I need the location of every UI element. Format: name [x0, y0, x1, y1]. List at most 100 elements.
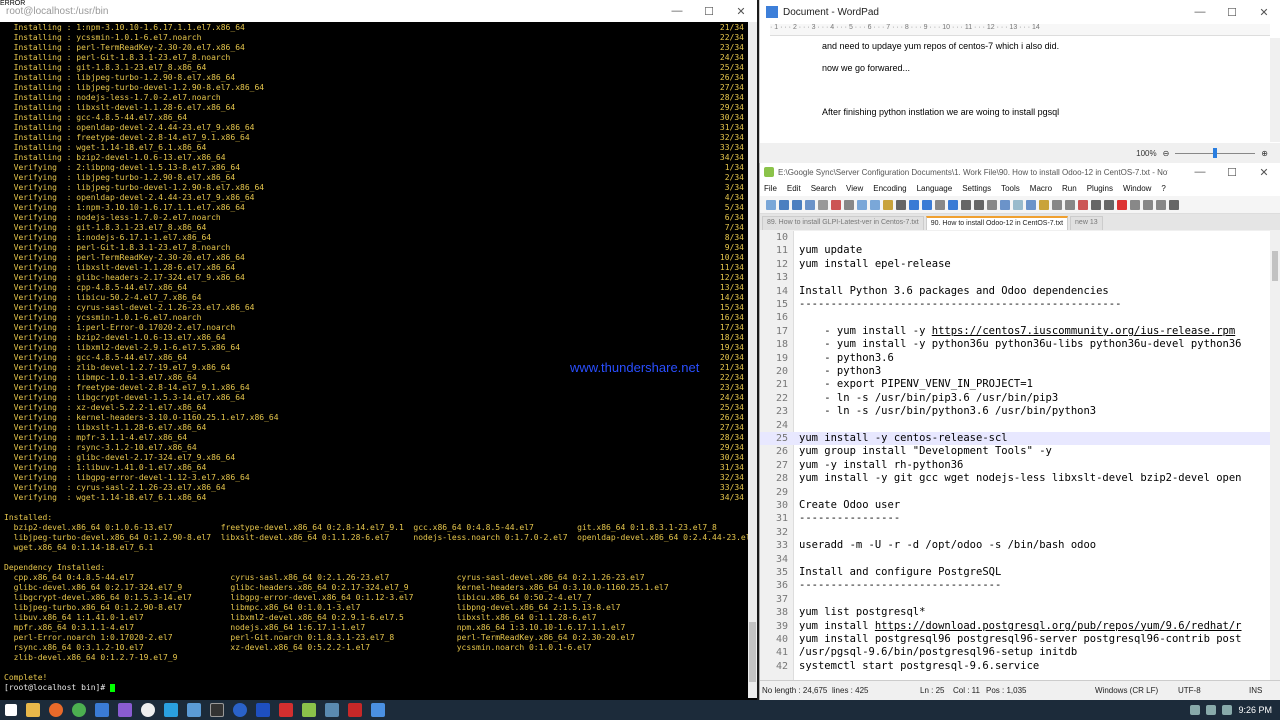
- maximize-icon[interactable]: ☐: [1216, 0, 1248, 24]
- clock[interactable]: 9:26 PM: [1238, 705, 1272, 715]
- tab-odoo[interactable]: 90. How to install Odoo-12 in CentOS-7.t…: [925, 216, 1069, 230]
- wordpad-titlebar[interactable]: Document - WordPad — ☐ ✕: [760, 0, 1280, 24]
- terminal-scrollbar[interactable]: [748, 22, 757, 698]
- toolbar-button-icon[interactable]: [831, 199, 841, 210]
- maximize-icon[interactable]: ☐: [1216, 163, 1248, 181]
- toolbar-button-icon[interactable]: [844, 199, 854, 210]
- toolbar-button-icon[interactable]: [1078, 199, 1088, 210]
- toolbar-button-icon[interactable]: [1065, 199, 1075, 210]
- line-number: 29: [775, 486, 788, 498]
- terminal-window[interactable]: ERROR root@localhost:/usr/bin — ☐ ✕ Inst…: [0, 0, 757, 700]
- terminal-prompt[interactable]: [root@localhost bin]#: [4, 683, 744, 693]
- toolbar-button-icon[interactable]: [948, 199, 958, 210]
- toolbar-button-icon[interactable]: [1039, 199, 1049, 210]
- toolbar-button-icon[interactable]: [805, 199, 815, 210]
- minimize-icon[interactable]: —: [661, 0, 693, 22]
- file-explorer-icon[interactable]: [25, 703, 40, 717]
- terminal-titlebar[interactable]: ERROR root@localhost:/usr/bin — ☐ ✕: [0, 0, 757, 22]
- github-icon[interactable]: [140, 703, 155, 717]
- menu-item[interactable]: Search: [811, 184, 836, 193]
- code-link[interactable]: https://download.postgresql.org/pub/repo…: [875, 620, 1242, 632]
- menu-item[interactable]: Plugins: [1087, 184, 1113, 193]
- app-icon[interactable]: [186, 703, 201, 717]
- app-icon[interactable]: [347, 703, 362, 717]
- toolbar-button-icon[interactable]: [766, 199, 776, 210]
- menu-item[interactable]: Encoding: [873, 184, 906, 193]
- toolbar-button-icon[interactable]: [896, 199, 906, 210]
- toolbar-button-icon[interactable]: [792, 199, 802, 210]
- toolbar-button-icon[interactable]: [883, 199, 893, 210]
- zoom-slider[interactable]: [1175, 147, 1256, 158]
- close-icon[interactable]: ✕: [1248, 163, 1280, 181]
- wordpad-window[interactable]: Document - WordPad — ☐ ✕ · 1 · · · 2 · ·…: [759, 0, 1280, 163]
- toolbar-button-icon[interactable]: [1026, 199, 1036, 210]
- filezilla-icon[interactable]: [278, 703, 293, 717]
- menu-item[interactable]: File: [764, 184, 777, 193]
- skype-icon[interactable]: [163, 703, 178, 717]
- menu-item[interactable]: Language: [917, 184, 953, 193]
- menu-item[interactable]: Settings: [962, 184, 991, 193]
- toolbar-button-icon[interactable]: [1130, 199, 1140, 210]
- app-icon[interactable]: [324, 703, 339, 717]
- wordpad-icon[interactable]: [370, 703, 385, 717]
- maximize-icon[interactable]: ☐: [693, 0, 725, 22]
- menu-item[interactable]: Run: [1062, 184, 1077, 193]
- toolbar-button-icon[interactable]: [935, 199, 945, 210]
- wordpad-scrollbar[interactable]: [1270, 38, 1280, 142]
- network-icon[interactable]: [1206, 705, 1217, 715]
- toolbar-button-icon[interactable]: [974, 199, 984, 210]
- menu-item[interactable]: View: [846, 184, 863, 193]
- toolbar-button-icon[interactable]: [1000, 199, 1010, 210]
- npp-scrollbar[interactable]: [1270, 231, 1280, 680]
- npp-scroll-thumb[interactable]: [1272, 251, 1278, 281]
- menu-item[interactable]: Tools: [1001, 184, 1020, 193]
- wordpad-document[interactable]: and need to updaye yum repos of centos-7…: [760, 38, 1271, 140]
- close-icon[interactable]: ✕: [1248, 0, 1280, 24]
- toolbar-button-icon[interactable]: [1104, 199, 1114, 210]
- toolbar-button-icon[interactable]: [1143, 199, 1153, 210]
- toolbar-button-icon[interactable]: [909, 199, 919, 210]
- toolbar-button-icon[interactable]: [1091, 199, 1101, 210]
- notepadpp-window[interactable]: E:\Google Sync\Server Configuration Docu…: [759, 163, 1280, 700]
- toolbar-button-icon[interactable]: [961, 199, 971, 210]
- notepadpp-icon[interactable]: [301, 703, 316, 717]
- firefox-icon[interactable]: [48, 703, 63, 717]
- code-link[interactable]: https://centos7.iuscommunity.org/ius-rel…: [932, 325, 1235, 337]
- toolbar-button-icon[interactable]: [1052, 199, 1062, 210]
- toolbar-button-icon[interactable]: [1156, 199, 1166, 210]
- minimize-icon[interactable]: —: [1184, 163, 1216, 181]
- zoom-out-icon[interactable]: ⊖: [1163, 149, 1170, 158]
- xampp-icon[interactable]: [255, 703, 270, 717]
- toolbar-button-icon[interactable]: [779, 199, 789, 210]
- zoom-slider-knob[interactable]: [1213, 147, 1218, 158]
- app-icon[interactable]: [94, 703, 109, 717]
- volume-icon[interactable]: [1222, 705, 1233, 715]
- chrome-icon[interactable]: [71, 703, 86, 717]
- menu-item[interactable]: ?: [1161, 184, 1165, 193]
- settings-icon[interactable]: [232, 703, 247, 717]
- visual-studio-icon[interactable]: [117, 703, 132, 717]
- toolbar-button-icon[interactable]: [818, 199, 828, 210]
- toolbar-button-icon[interactable]: [922, 199, 932, 210]
- terminal-scroll-thumb[interactable]: [749, 622, 756, 682]
- toolbar-button-icon[interactable]: [857, 199, 867, 210]
- tray-icon[interactable]: [1190, 705, 1201, 715]
- toolbar-button-icon[interactable]: [987, 199, 997, 210]
- tab-new-13[interactable]: new 13: [1070, 216, 1103, 230]
- toolbar-button-icon[interactable]: [1117, 199, 1127, 210]
- start-windows-icon[interactable]: [4, 704, 17, 716]
- toolbar-button-icon[interactable]: [1013, 199, 1023, 210]
- close-icon[interactable]: ✕: [725, 0, 757, 22]
- toolbar-button-icon[interactable]: [1169, 199, 1179, 210]
- menu-item[interactable]: Window: [1123, 184, 1151, 193]
- zoom-in-icon[interactable]: ⊕: [1261, 149, 1268, 158]
- toolbar-button-icon[interactable]: [870, 199, 880, 210]
- minimize-icon[interactable]: —: [1184, 0, 1216, 24]
- terminal-icon[interactable]: [209, 703, 224, 717]
- menu-item[interactable]: Macro: [1030, 184, 1052, 193]
- npp-titlebar[interactable]: E:\Google Sync\Server Configuration Docu…: [760, 163, 1280, 181]
- tab-glpi[interactable]: 89. How to install GLPI-Latest-ver in Ce…: [762, 216, 924, 230]
- ruler[interactable]: · 1 · · · 2 · · · 3 · · · 4 · · · 5 · · …: [770, 24, 1270, 36]
- code-editor[interactable]: 10 11 yum update 12 yum install epel-release…: [760, 231, 1271, 680]
- menu-item[interactable]: Edit: [787, 184, 801, 193]
